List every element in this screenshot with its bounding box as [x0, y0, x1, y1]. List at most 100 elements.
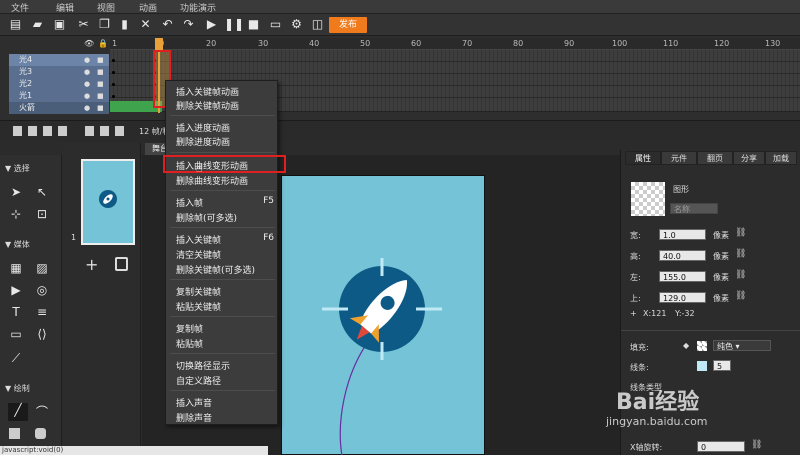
- lock-icon[interactable]: ■: [97, 54, 104, 66]
- link-icon[interactable]: ⛓: [751, 440, 762, 450]
- tab-properties[interactable]: 属性: [625, 151, 661, 165]
- visibility-icon[interactable]: 👁: [84, 39, 94, 48]
- menu-item-insert-sound[interactable]: 插入声音: [176, 396, 212, 409]
- html-icon[interactable]: ⟨⟩: [35, 327, 49, 341]
- menu-item-insert-frame[interactable]: 插入帧: [176, 196, 203, 209]
- menu-item-delete-curve-morph-animation[interactable]: 删除曲线变形动画: [176, 174, 248, 187]
- pause-icon[interactable]: ❚❚: [224, 17, 244, 32]
- copy-layer-icon[interactable]: [43, 126, 52, 136]
- menu-item-paste-keyframe[interactable]: 粘贴关键帧: [176, 300, 221, 313]
- link-icon[interactable]: ⛓: [735, 270, 746, 280]
- paste-icon[interactable]: ▮: [117, 17, 132, 32]
- menu-item-delete-frames[interactable]: 删除帧(可多选): [176, 211, 237, 224]
- add-page-icon[interactable]: +: [85, 255, 98, 274]
- film-icon[interactable]: ◎: [35, 283, 49, 297]
- menu-item-insert-progress-animation[interactable]: 插入进度动画: [176, 121, 230, 134]
- delete-layer-icon[interactable]: [58, 126, 67, 136]
- tab-load[interactable]: 加载: [765, 151, 797, 165]
- paragraph-icon[interactable]: ≡: [35, 305, 49, 319]
- tab-share[interactable]: 分享: [733, 151, 765, 165]
- menu-file[interactable]: 文件: [11, 1, 29, 14]
- lock-icon[interactable]: ■: [97, 78, 104, 90]
- node-select-icon[interactable]: ↖: [35, 185, 49, 199]
- paint-bucket-icon[interactable]: ◆: [683, 341, 689, 350]
- visibility-icon[interactable]: ●: [84, 102, 90, 114]
- stroke-swatch[interactable]: [697, 361, 707, 371]
- menu-item-copy-frame[interactable]: 复制帧: [176, 322, 203, 335]
- layer-row[interactable]: 光2 ● ■: [9, 78, 109, 90]
- tab-components[interactable]: 元件: [661, 151, 697, 165]
- preview-icon[interactable]: ■: [246, 17, 261, 32]
- pointer-icon[interactable]: ➤: [9, 185, 23, 199]
- visibility-icon[interactable]: ●: [84, 54, 90, 66]
- lock-icon[interactable]: ■: [97, 90, 104, 102]
- menu-item-insert-keyframe-animation[interactable]: 插入关键帧动画: [176, 85, 239, 98]
- keyframe-dot[interactable]: [112, 83, 115, 86]
- visibility-icon[interactable]: ●: [84, 90, 90, 102]
- menu-item-paste-frame[interactable]: 粘贴帧: [176, 337, 203, 350]
- layer-row[interactable]: 火箭 ● ■: [9, 102, 109, 114]
- edit-frames-icon[interactable]: [115, 126, 124, 136]
- menu-item-delete-keyframes[interactable]: 删除关键帧(可多选): [176, 263, 255, 276]
- page-thumbnail[interactable]: [81, 159, 135, 245]
- onion-skin-icon[interactable]: [100, 126, 109, 136]
- text-icon[interactable]: T: [9, 305, 23, 319]
- cut-icon[interactable]: ✂: [76, 17, 91, 32]
- link-icon[interactable]: ⛓: [735, 228, 746, 238]
- fill-select[interactable]: 纯色 ▾: [713, 340, 771, 351]
- frame-row[interactable]: [110, 62, 800, 74]
- copy-icon[interactable]: ❐: [97, 17, 112, 32]
- keyframe-dot[interactable]: [112, 95, 115, 98]
- visibility-icon[interactable]: ●: [84, 78, 90, 90]
- layer-row[interactable]: 光1 ● ■: [9, 90, 109, 102]
- redo-icon[interactable]: ↷: [181, 17, 196, 32]
- curve-tool-icon[interactable]: ⌒: [35, 405, 49, 419]
- rectangle-tool-icon[interactable]: [9, 428, 20, 439]
- save-icon[interactable]: ▣: [52, 17, 67, 32]
- settings-icon[interactable]: ⚙: [289, 17, 304, 32]
- undo-icon[interactable]: ↶: [160, 17, 175, 32]
- menu-item-clear-keyframe[interactable]: 清空关键帧: [176, 248, 221, 261]
- tab-page-turn[interactable]: 翻页: [697, 151, 733, 165]
- screen-icon[interactable]: ▭: [268, 17, 283, 32]
- menu-animation[interactable]: 动画: [139, 1, 157, 14]
- publish-button[interactable]: 发布: [329, 17, 367, 33]
- image-icon[interactable]: ▨: [35, 261, 49, 275]
- chart-icon[interactable]: ⟋: [9, 351, 23, 365]
- fill-swatch[interactable]: [697, 341, 707, 351]
- button-icon[interactable]: ▭: [9, 327, 23, 341]
- keyframe-dot[interactable]: [112, 71, 115, 74]
- link-icon[interactable]: ⛓: [735, 249, 746, 259]
- menu-edit[interactable]: 编辑: [56, 1, 74, 14]
- top-input[interactable]: 129.0: [659, 292, 706, 303]
- lock-icon[interactable]: ■: [97, 66, 104, 78]
- layer-row[interactable]: 光3 ● ■: [9, 66, 109, 78]
- menu-item-delete-keyframe-animation[interactable]: 删除关键帧动画: [176, 99, 239, 112]
- duplicate-page-icon[interactable]: [115, 257, 128, 271]
- line-tool-icon[interactable]: ╱: [8, 403, 28, 421]
- new-layer-icon[interactable]: [13, 126, 22, 136]
- frame-view-icon[interactable]: [85, 126, 94, 136]
- lock-icon[interactable]: ■: [97, 102, 104, 114]
- left-input[interactable]: 155.0: [659, 271, 706, 282]
- stroke-width-input[interactable]: 5: [713, 360, 731, 371]
- menu-view[interactable]: 视图: [97, 1, 115, 14]
- new-folder-icon[interactable]: [28, 126, 37, 136]
- crop-icon[interactable]: ⊡: [35, 207, 49, 221]
- image-icon[interactable]: ◫: [310, 17, 325, 32]
- transform-icon[interactable]: ⊹: [9, 207, 23, 221]
- stage-canvas[interactable]: [281, 175, 485, 455]
- visibility-icon[interactable]: ●: [84, 66, 90, 78]
- menu-item-toggle-path-display[interactable]: 切换路径显示: [176, 359, 230, 372]
- frame-row[interactable]: [110, 50, 800, 62]
- link-icon[interactable]: ⛓: [735, 291, 746, 301]
- menu-item-insert-keyframe[interactable]: 插入关键帧: [176, 233, 221, 246]
- name-input[interactable]: 名称: [670, 203, 718, 214]
- menu-demo[interactable]: 功能演示: [180, 1, 216, 14]
- menu-item-custom-path[interactable]: 自定义路径: [176, 374, 221, 387]
- menu-item-copy-keyframe[interactable]: 复制关键帧: [176, 285, 221, 298]
- menu-icon[interactable]: ▤: [8, 17, 23, 32]
- menu-item-delete-progress-animation[interactable]: 删除进度动画: [176, 135, 230, 148]
- delete-icon[interactable]: ✕: [138, 17, 153, 32]
- keyframe-dot[interactable]: [112, 59, 115, 62]
